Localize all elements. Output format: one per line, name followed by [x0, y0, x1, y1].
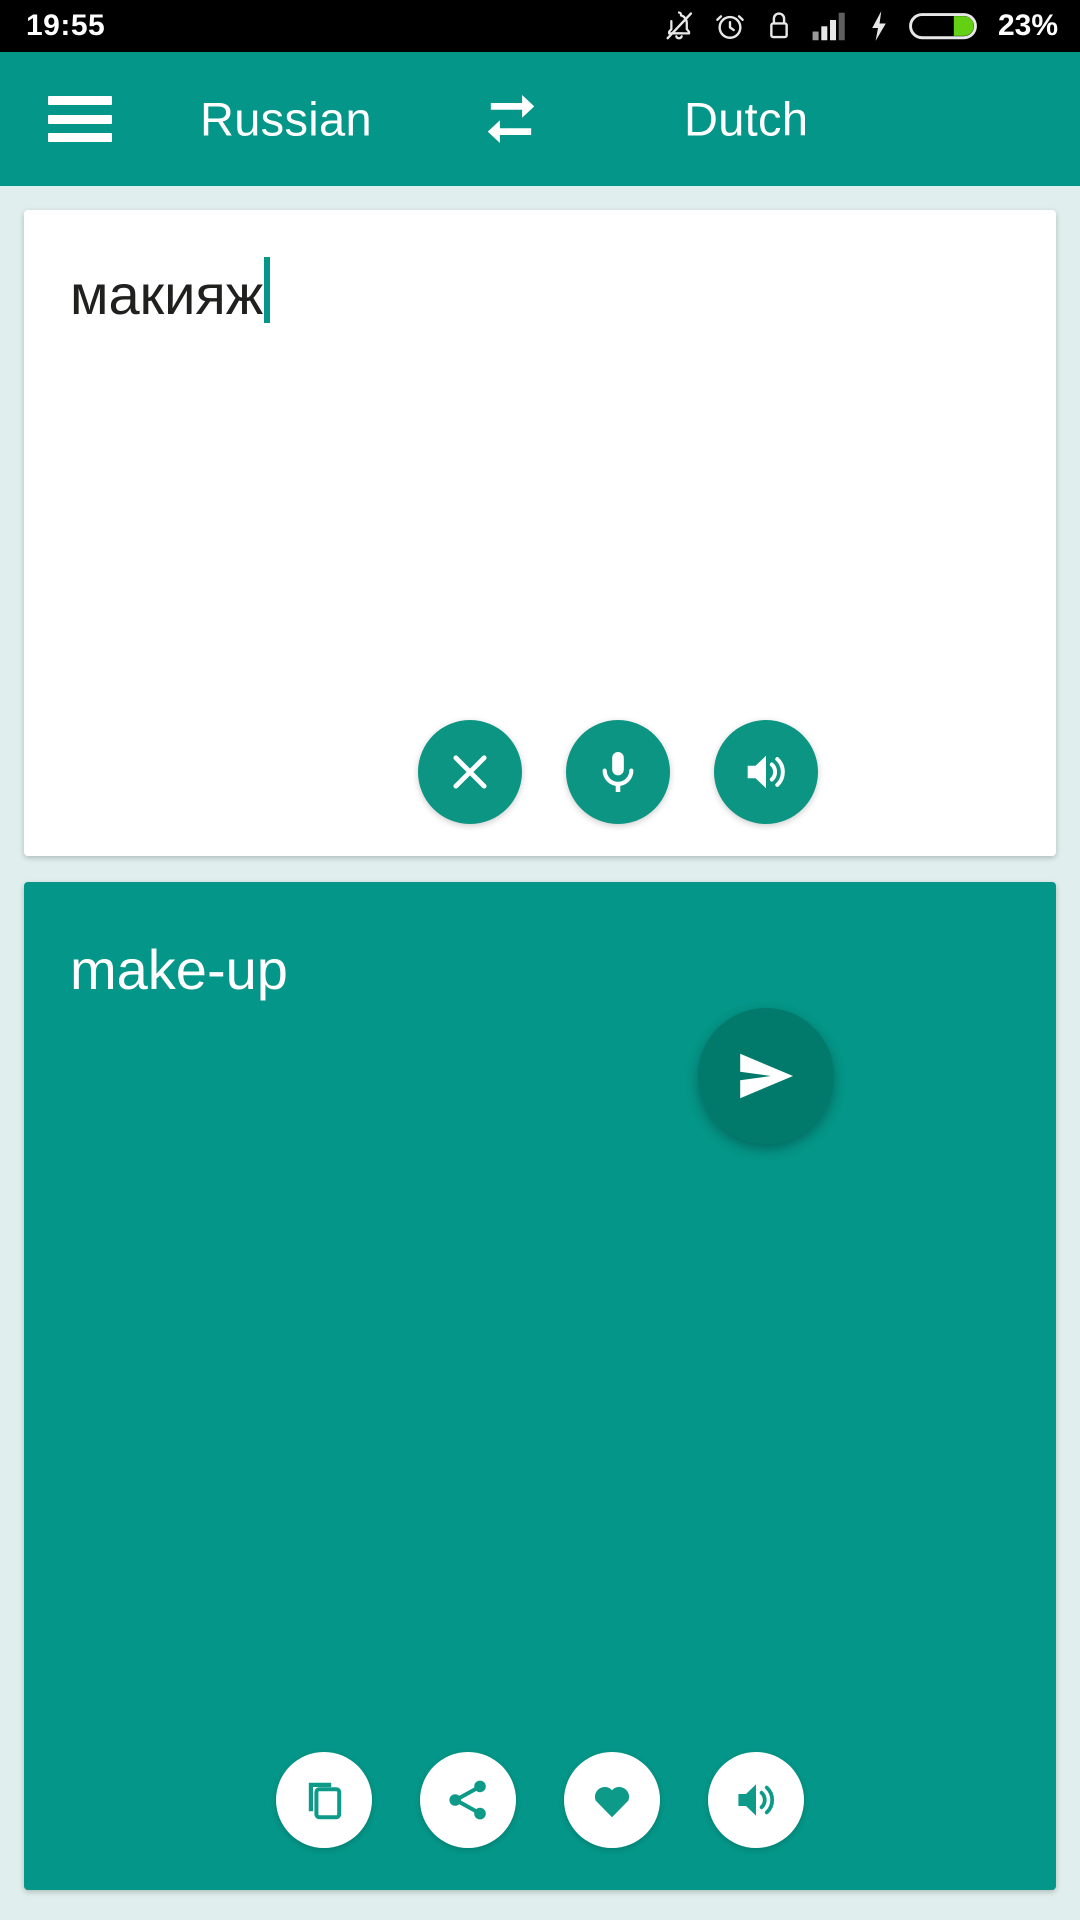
hamburger-menu-icon[interactable] [48, 96, 112, 142]
source-text-input[interactable]: макияж [70, 248, 271, 327]
signal-bars-icon [811, 10, 849, 42]
source-language-selector[interactable]: Russian [200, 92, 372, 147]
source-actions [418, 720, 818, 824]
usb-lock-icon [764, 9, 794, 43]
app-toolbar: Russian Dutch [0, 52, 1080, 186]
text-caret [264, 257, 271, 323]
target-language-selector[interactable]: Dutch [684, 92, 808, 147]
battery-icon [909, 10, 977, 42]
charging-bolt-icon [866, 9, 892, 43]
speak-translation-button[interactable] [708, 1752, 804, 1848]
alarm-icon [713, 9, 747, 43]
source-text-value: макияж [70, 263, 264, 326]
status-icons: 23% [662, 9, 1058, 43]
send-button[interactable] [698, 1008, 834, 1144]
battery-percent: 23% [997, 9, 1058, 42]
swap-languages-icon[interactable] [478, 86, 544, 152]
clear-button[interactable] [418, 720, 522, 824]
hamburger-line [48, 114, 112, 124]
favorite-button[interactable] [564, 1752, 660, 1848]
hamburger-line [48, 96, 112, 105]
translation-text: make-up [70, 938, 288, 1001]
share-button[interactable] [420, 1752, 516, 1848]
copy-button[interactable] [276, 1752, 372, 1848]
notifications-off-icon [662, 9, 696, 43]
status-clock: 19:55 [26, 9, 106, 42]
speak-source-button[interactable] [714, 720, 818, 824]
translation-result-card[interactable]: make-up [24, 882, 1056, 1890]
status-bar: 19:55 23% [0, 0, 1080, 52]
source-text-card[interactable]: макияж [24, 210, 1056, 856]
voice-input-button[interactable] [566, 720, 670, 824]
translation-actions [24, 1752, 1056, 1848]
hamburger-line [48, 133, 112, 142]
app-screen: 19:55 23% Russian Dutch макияж make-up [0, 0, 1080, 1920]
